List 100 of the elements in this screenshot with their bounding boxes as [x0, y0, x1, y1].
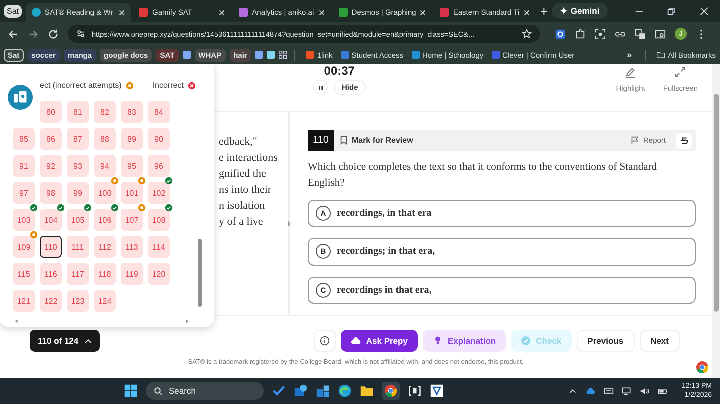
ask-prepy-button[interactable]: Ask Prepy — [341, 330, 418, 352]
question-cell[interactable]: 86 — [40, 128, 62, 150]
scrollbar-thumb[interactable] — [198, 239, 202, 307]
question-cell[interactable]: 94 — [94, 155, 116, 177]
close-icon[interactable] — [219, 10, 226, 16]
question-cell[interactable]: 105 — [67, 209, 89, 231]
pause-button[interactable] — [313, 80, 328, 95]
question-cell[interactable]: 112 — [94, 236, 116, 258]
question-cell[interactable]: 84 — [148, 101, 170, 123]
windows-start-icon[interactable] — [124, 384, 138, 398]
question-cell[interactable]: 102 — [148, 182, 170, 204]
question-cell[interactable]: 89 — [121, 128, 143, 150]
close-icon[interactable] — [524, 10, 530, 16]
passage-text: edback," — [219, 135, 258, 150]
bracket-app-icon[interactable] — [408, 384, 422, 398]
question-cell[interactable]: 106 — [94, 209, 116, 231]
question-cell[interactable]: 124 — [94, 290, 116, 312]
previous-button[interactable]: Previous — [576, 330, 635, 352]
bookmark-icon[interactable] — [255, 51, 264, 59]
cloud-icon[interactable] — [586, 386, 596, 396]
monitor-icon[interactable] — [622, 386, 632, 396]
resize-handle-icon[interactable] — [288, 220, 290, 226]
question-cell[interactable]: 115 — [13, 263, 35, 285]
scrollbar-thumb[interactable] — [714, 94, 718, 312]
question-cell[interactable]: 116 — [40, 263, 62, 285]
question-cell[interactable]: 81 — [67, 101, 89, 123]
question-cell[interactable]: 104 — [40, 209, 62, 231]
question-cell[interactable]: 103 — [13, 209, 35, 231]
apps-icon[interactable] — [279, 51, 288, 59]
question-cell[interactable]: 123 — [67, 290, 89, 312]
restore-icon[interactable] — [667, 6, 676, 16]
question-cell[interactable]: 80 — [40, 101, 62, 123]
volume-icon[interactable] — [640, 386, 650, 396]
question-cell[interactable]: 95 — [121, 155, 143, 177]
folder-icon[interactable] — [360, 384, 374, 398]
close-icon[interactable] — [318, 10, 325, 16]
battery-icon[interactable] — [658, 386, 668, 396]
more-bookmarks-button[interactable]: » — [627, 50, 632, 60]
close-icon[interactable] — [119, 10, 126, 16]
check-circle-icon — [84, 204, 92, 212]
new-tab-button[interactable]: + — [540, 4, 548, 18]
question-cell[interactable]: 96 — [148, 155, 170, 177]
next-button[interactable]: Next — [640, 330, 680, 352]
question-cell[interactable]: 87 — [67, 128, 89, 150]
scroll-left-icon[interactable] — [14, 318, 19, 324]
ring-icon — [126, 82, 134, 90]
strikethrough-button[interactable] — [676, 132, 692, 148]
question-cell[interactable]: 109 — [13, 236, 35, 258]
question-cell[interactable]: 98 — [40, 182, 62, 204]
question-cell[interactable]: 110 — [40, 236, 62, 258]
question-cell[interactable]: 88 — [94, 128, 116, 150]
question-cell[interactable]: 82 — [94, 101, 116, 123]
question-cell[interactable]: 113 — [121, 236, 143, 258]
question-navigator-toggle[interactable]: 110 of 124 — [30, 330, 100, 352]
mark-for-review-button[interactable]: Mark for Review — [340, 136, 414, 145]
question-cell[interactable]: 114 — [148, 236, 170, 258]
question-cell[interactable]: 90 — [148, 128, 170, 150]
puzzle-icon[interactable] — [575, 28, 586, 40]
question-cell[interactable]: 107 — [121, 209, 143, 231]
extension-icon[interactable] — [555, 28, 566, 40]
gemini-button[interactable]: Gemini — [552, 3, 608, 19]
question-cell[interactable]: 93 — [67, 155, 89, 177]
star-icon[interactable] — [522, 29, 532, 39]
explanation-button[interactable]: Explanation — [422, 330, 506, 352]
question-cell[interactable]: 91 — [13, 155, 35, 177]
edge-icon[interactable] — [338, 384, 352, 398]
taskbar-search-field[interactable]: Search — [146, 382, 264, 400]
question-cell[interactable]: 101 — [121, 182, 143, 204]
question-cell[interactable]: 117 — [67, 263, 89, 285]
question-cell[interactable]: 120 — [148, 263, 170, 285]
back-icon[interactable] — [8, 28, 19, 40]
scroll-right-icon[interactable] — [185, 318, 190, 324]
question-cell[interactable]: 119 — [121, 263, 143, 285]
checkmark-app-icon[interactable] — [272, 384, 286, 398]
info-button[interactable] — [314, 330, 336, 352]
close-icon[interactable] — [420, 10, 426, 16]
question-cell[interactable]: 92 — [40, 155, 62, 177]
ring-icon — [30, 231, 38, 239]
profile-chip[interactable]: Sat — [4, 4, 22, 18]
legend-label: ect (incorrect attempts) — [40, 81, 122, 90]
ring-icon — [138, 204, 146, 212]
question-cell[interactable]: 108 — [148, 209, 170, 231]
question-cell[interactable]: 83 — [121, 101, 143, 123]
question-cell[interactable]: 99 — [67, 182, 89, 204]
keyboard-icon[interactable] — [604, 386, 614, 396]
question-cell[interactable]: 85 — [13, 128, 35, 150]
reload-icon[interactable] — [48, 28, 59, 40]
chrome-icon[interactable] — [382, 382, 400, 400]
close-icon[interactable] — [700, 6, 710, 16]
question-cell[interactable]: 100 — [94, 182, 116, 204]
question-cell[interactable]: 97 — [13, 182, 35, 204]
question-cell[interactable]: 122 — [40, 290, 62, 312]
question-cell[interactable]: 121 — [13, 290, 35, 312]
bookmark-icon[interactable] — [267, 51, 276, 59]
lens-icon[interactable] — [595, 28, 606, 40]
question-cell[interactable]: 111 — [67, 236, 89, 258]
question-cell[interactable]: 118 — [94, 263, 116, 285]
app-logo-icon[interactable] — [8, 85, 33, 110]
forward-icon[interactable] — [28, 28, 39, 40]
bookmark-icon[interactable] — [182, 51, 191, 59]
